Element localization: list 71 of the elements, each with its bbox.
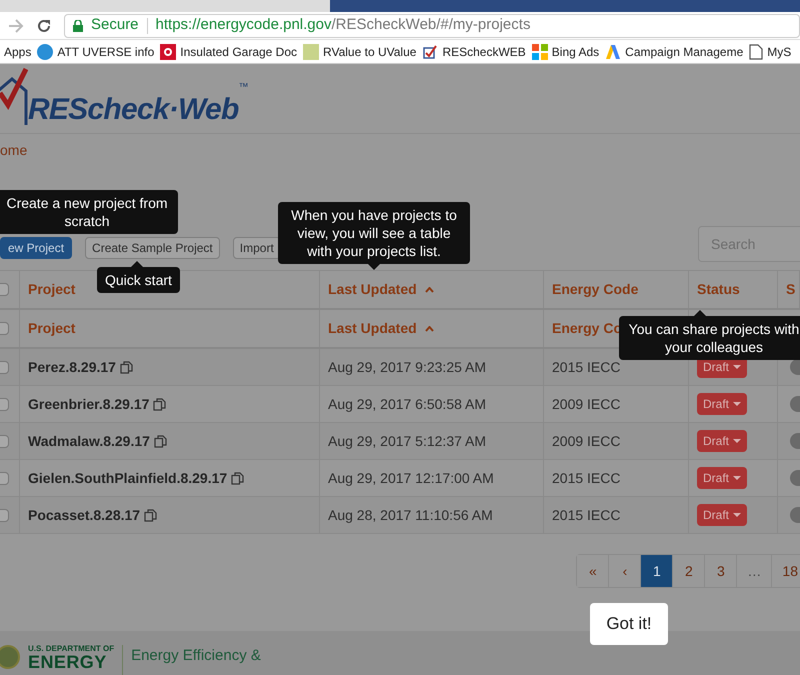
bookmark[interactable]: ATT UVERSE info (57, 42, 154, 60)
checkmark-icon (422, 44, 438, 60)
column-header[interactable]: Last Updated (328, 318, 434, 339)
page-link[interactable]: « (577, 555, 610, 587)
action-button[interactable]: Create Sample Project (85, 237, 220, 259)
bookmark[interactable]: REScheckWEB (442, 42, 526, 60)
office-name: Energy Efficiency & (131, 646, 261, 666)
globe-icon (37, 44, 54, 60)
column-header[interactable]: S (786, 279, 796, 300)
status-dropdown[interactable]: Draft (697, 393, 748, 415)
new-project-button[interactable]: ew Project (0, 237, 72, 259)
square-icon (303, 44, 320, 60)
column-header[interactable]: Energy Code (552, 279, 638, 300)
table-cell-text: 2015 IECC (552, 358, 620, 376)
lock-icon (73, 20, 83, 32)
triangle-icon (605, 44, 622, 60)
copy-icon[interactable] (144, 508, 158, 522)
table-cell-text: 2015 IECC (552, 506, 620, 524)
project-name[interactable]: Greenbrier.8.29.17 (28, 394, 150, 414)
bookmark[interactable]: Apps (4, 42, 32, 60)
address-bar[interactable]: Secure https://energycode.pnl.gov/REScheckWeb/#/my-projects (64, 14, 800, 38)
browser-tab[interactable] (0, 0, 330, 12)
bookmark[interactable]: Insulated Garage Doc (180, 42, 298, 60)
bookmark[interactable]: Bing Ads (552, 42, 600, 60)
table-cell-text: Aug 29, 2017 12:17:00 AM (328, 468, 494, 488)
table-cell-text: Aug 29, 2017 9:23:25 AM (328, 358, 486, 377)
bookmark[interactable]: MyS (767, 42, 792, 60)
seal-icon (0, 645, 20, 669)
logo-text: REScheck·Web (28, 95, 239, 125)
status-dropdown[interactable]: Draft (697, 430, 748, 452)
copy-icon[interactable] (153, 398, 166, 410)
column-header[interactable]: Last Updated (328, 279, 434, 300)
column-header[interactable]: Status (697, 279, 740, 300)
tooltip-arrow (131, 261, 143, 267)
energy-wordmark: ENERGY (28, 653, 108, 671)
table-cell-text: 2009 IECC (552, 432, 620, 450)
table-cell-text: 2009 IECC (552, 394, 620, 414)
status-dropdown[interactable]: Draft (697, 467, 748, 489)
breadcrumb-link[interactable]: ome (0, 140, 28, 160)
action-button[interactable]: Import (232, 237, 281, 259)
bookmark[interactable]: RValue to UValue (323, 42, 416, 60)
copy-icon[interactable] (154, 434, 167, 448)
sort-up-icon (424, 326, 434, 332)
table-cell-text: Aug 29, 2017 5:12:37 AM (328, 432, 486, 451)
bookmark[interactable]: Campaign Manageme (625, 42, 744, 60)
tiles-icon (532, 44, 548, 60)
page-link[interactable]: 1 (641, 555, 674, 587)
column-header[interactable]: Project (28, 318, 76, 339)
copy-icon[interactable] (120, 360, 133, 374)
forward-icon[interactable] (8, 18, 24, 32)
department-label: U.S. DEPARTMENT OF (28, 645, 114, 653)
secure-label: Secure (91, 15, 139, 36)
project-name[interactable]: Pocasset.8.28.17 (28, 504, 140, 526)
got-it-button[interactable]: Got it! (590, 603, 668, 645)
reload-icon[interactable] (36, 18, 52, 34)
table-cell-text: Aug 28, 2017 11:10:56 AM (328, 506, 493, 525)
copy-icon[interactable] (231, 472, 244, 484)
tooltip-arrow (368, 264, 380, 270)
table-cell-text: 2015 IECC (552, 468, 620, 488)
table-cell-text: Aug 29, 2017 6:50:58 AM (328, 394, 486, 414)
status-dropdown[interactable]: Draft (697, 504, 748, 526)
project-name[interactable]: Wadmalaw.8.29.17 (28, 430, 150, 452)
trademark: ™ (238, 81, 249, 95)
project-name[interactable]: Perez.8.29.17 (28, 356, 116, 378)
column-header[interactable]: Project (28, 279, 76, 300)
sort-up-icon (424, 286, 434, 292)
url-text: https://energycode.pnl.gov/REScheckWeb/#/my-projects (156, 15, 530, 36)
tooltip-arrow (694, 310, 706, 316)
project-name[interactable]: Gielen.SouthPlainfield.8.29.17 (28, 468, 228, 488)
tooltip: Create a new project from scratch (0, 190, 178, 234)
page-icon (749, 44, 764, 60)
